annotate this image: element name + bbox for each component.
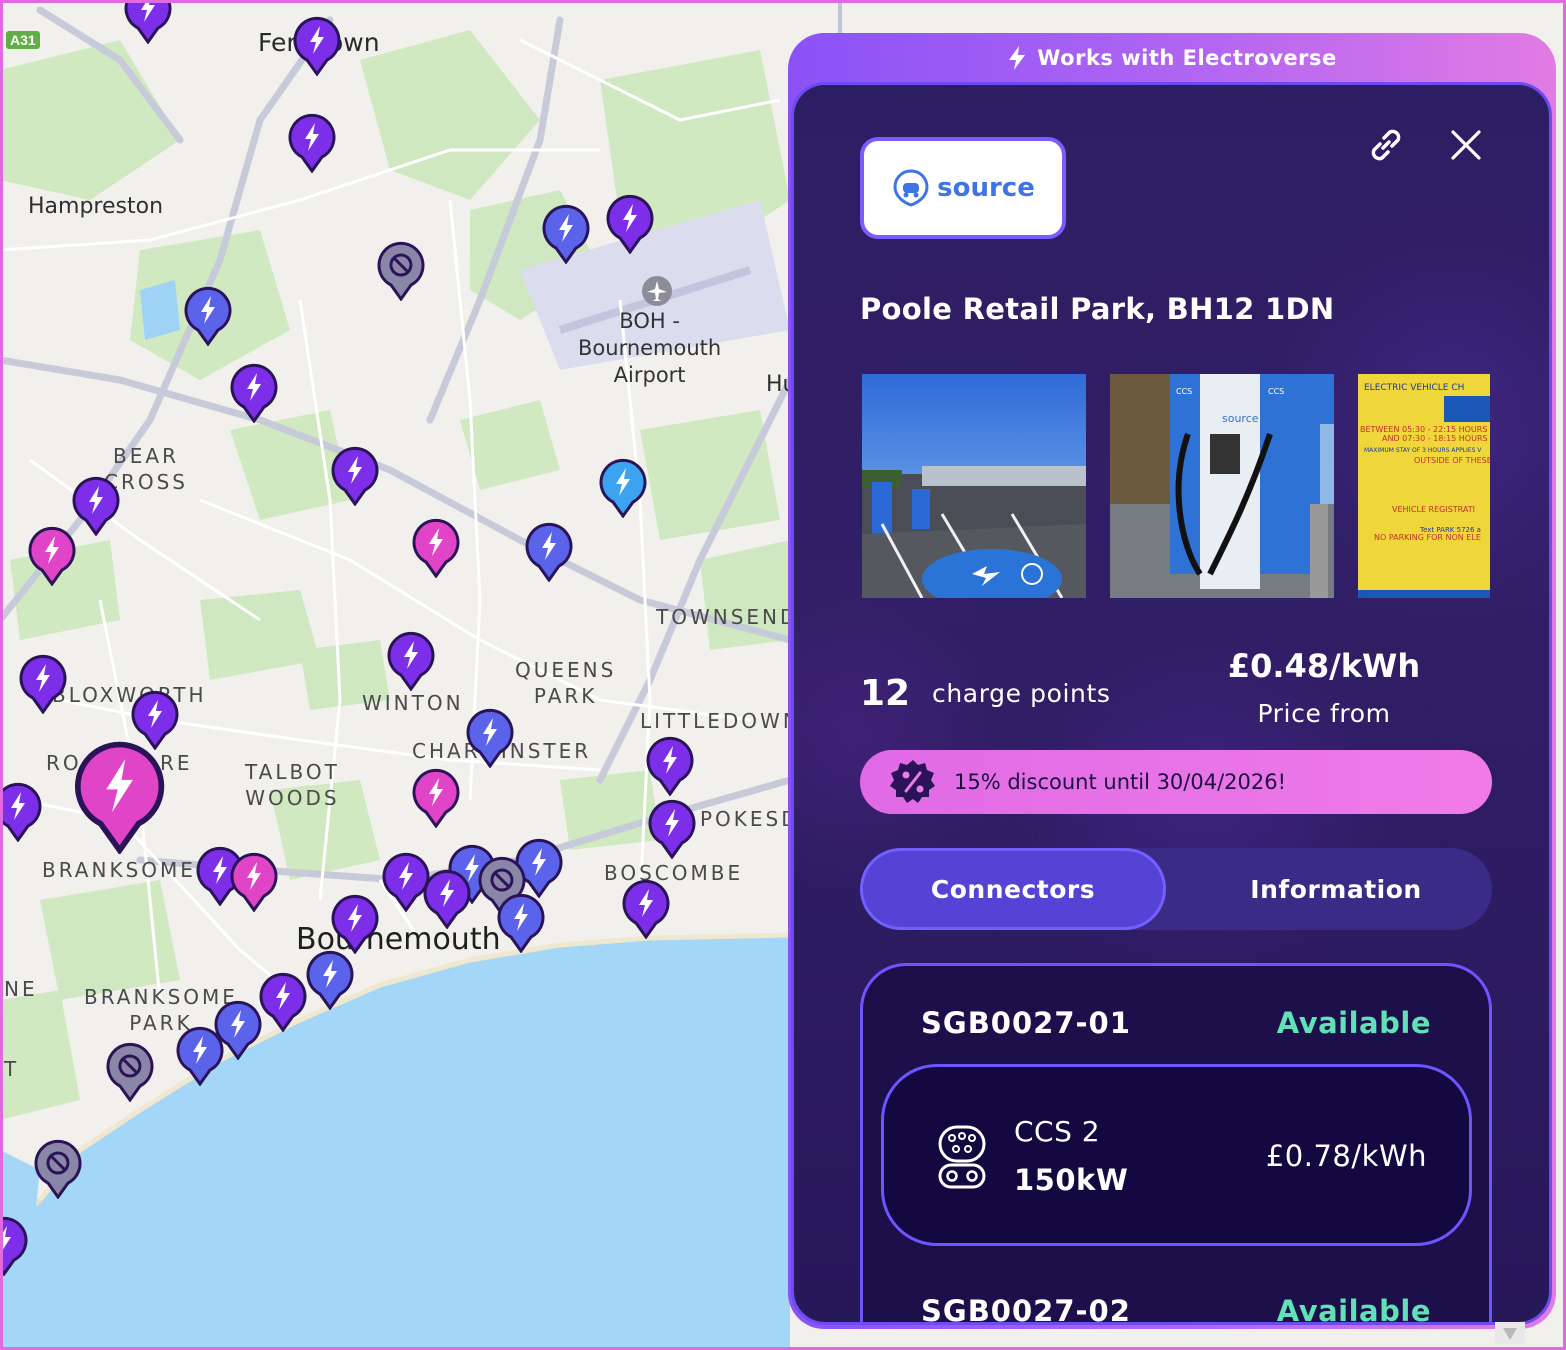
unavailable-charger-pin[interactable] xyxy=(106,1042,154,1102)
charger-pin[interactable] xyxy=(288,113,336,173)
sign-line-7: NO PARKING FOR NON ELE xyxy=(1374,533,1481,542)
airport-icon xyxy=(642,276,672,306)
connector-card[interactable]: CCS 2 150kW £0.78/kWh xyxy=(881,1064,1472,1246)
map-label-queens-park: QUEENS PARK xyxy=(515,658,617,708)
charger-pin[interactable] xyxy=(497,893,545,953)
charger-pin[interactable] xyxy=(72,476,120,536)
map-label-pokesd: POKESD xyxy=(700,807,800,831)
operator-logo: source xyxy=(860,137,1066,239)
charger-pin[interactable] xyxy=(28,526,76,586)
price-from-value: £0.48/kWh xyxy=(1227,647,1421,685)
source-charger-photo: source CCS CCS xyxy=(1110,374,1334,598)
sign-line-1: BETWEEN 05:30 - 22:15 HOURS M xyxy=(1360,425,1490,434)
map-label-branksome: BRANKSOME xyxy=(42,858,196,882)
charger-brand-text: source xyxy=(1222,412,1259,425)
charger-pin[interactable] xyxy=(466,708,514,768)
station-photo-3[interactable]: ELECTRIC VEHICLE CH BETWEEN 05:30 - 22:1… xyxy=(1358,374,1490,598)
charger-pin[interactable] xyxy=(606,194,654,254)
connector-list[interactable]: SGB0027-01 Available CCS 2 150kW £0.78/k… xyxy=(860,963,1492,1325)
connector-type: CCS 2 xyxy=(1014,1115,1101,1148)
connector-status: Available xyxy=(1276,1294,1431,1325)
link-icon xyxy=(1371,129,1401,161)
charger-pin[interactable] xyxy=(0,782,42,842)
charger-pin[interactable] xyxy=(423,869,471,929)
lake xyxy=(140,280,180,340)
charger-pin[interactable] xyxy=(412,518,460,578)
connector-id: SGB0027-02 xyxy=(921,1294,1131,1325)
station-title: Poole Retail Park, BH12 1DN xyxy=(860,292,1335,326)
map-label-t: T xyxy=(4,1057,20,1081)
unavailable-charger-pin[interactable] xyxy=(34,1139,82,1199)
map-label-airport: BOH - Bournemouth Airport xyxy=(578,309,722,387)
connector-status: Available xyxy=(1276,1006,1431,1040)
sign-line-2: AND 07:30 - 18:15 HOURS xyxy=(1382,434,1488,443)
charger-pin[interactable] xyxy=(184,286,232,346)
connector-price: £0.78/kWh xyxy=(1265,1139,1427,1173)
electroverse-banner: Works with Electroverse xyxy=(788,33,1556,83)
charger-pin[interactable] xyxy=(0,1216,28,1276)
charge-points-count: 12 xyxy=(860,673,911,714)
chevron-down-icon xyxy=(1503,1328,1517,1340)
charger-pin[interactable] xyxy=(331,894,379,954)
station-photo-2[interactable]: source CCS CCS xyxy=(1110,374,1334,598)
scroll-down-arrow[interactable] xyxy=(1495,1322,1525,1344)
map-label-littledown: LITTLEDOWN xyxy=(640,709,801,733)
station-panel: Works with Electroverse source Poole Ret… xyxy=(788,33,1556,1329)
sign-line-3: MAXIMUM STAY OF 3 HOURS APPLIES V xyxy=(1364,447,1482,454)
charger-pin[interactable] xyxy=(293,16,341,76)
tab-connectors[interactable]: Connectors xyxy=(860,848,1166,930)
parking-sign-photo: ELECTRIC VEHICLE CH BETWEEN 05:30 - 22:1… xyxy=(1358,374,1490,598)
map-label-hampreston: Hampreston xyxy=(28,194,164,219)
electroverse-banner-label: Works with Electroverse xyxy=(1037,46,1337,70)
map-label-bloxworth: BLOXWORTH xyxy=(52,683,207,707)
charge-points-label: charge points xyxy=(932,679,1111,708)
price-from-label: Price from xyxy=(1257,699,1391,728)
charger-pin[interactable] xyxy=(230,852,278,912)
sign-line-4: OUTSIDE OF THESE xyxy=(1414,456,1490,465)
charger-pin[interactable] xyxy=(176,1026,224,1086)
tab-information[interactable]: Information xyxy=(1180,848,1492,930)
charger-pin[interactable] xyxy=(622,879,670,939)
charger-pin[interactable] xyxy=(19,654,67,714)
close-button[interactable] xyxy=(1440,119,1492,171)
copy-link-button[interactable] xyxy=(1360,119,1412,171)
map-label-townsend: TOWNSEND xyxy=(656,605,799,629)
panel-tabs: Connectors Information xyxy=(860,848,1492,930)
map-label-talbot-woods: TALBOT WOODS xyxy=(245,760,340,810)
selected-charger-pin[interactable] xyxy=(74,740,165,855)
charger-pin[interactable] xyxy=(387,631,435,691)
charger-pin[interactable] xyxy=(259,972,307,1032)
charger-pin[interactable] xyxy=(124,0,172,44)
source-logo-icon xyxy=(893,169,929,207)
charger-pin[interactable] xyxy=(542,204,590,264)
discount-badge-icon xyxy=(890,760,935,803)
charger-right-label: CCS xyxy=(1268,387,1284,396)
road-shield-a31: A31 xyxy=(6,31,40,49)
close-icon xyxy=(1451,130,1481,160)
sign-line-6: VEHICLE REGISTRATI xyxy=(1392,505,1475,514)
map-label-ne: NE xyxy=(4,977,38,1001)
discount-text: 15% discount until 30/04/2026! xyxy=(954,770,1287,794)
lightning-icon xyxy=(1009,46,1026,70)
charger-pin[interactable] xyxy=(648,799,696,859)
charger-pin[interactable] xyxy=(412,768,460,828)
connector-power: 150kW xyxy=(1014,1163,1129,1197)
station-panel-body[interactable]: source Poole Retail Park, BH12 1DN sourc… xyxy=(791,82,1552,1325)
connector-id: SGB0027-01 xyxy=(921,1006,1131,1040)
charger-bays-photo xyxy=(862,374,1086,598)
charger-pin[interactable] xyxy=(599,458,647,518)
sign-header: ELECTRIC VEHICLE CH xyxy=(1364,383,1464,393)
map-label-winton: WINTON xyxy=(362,691,464,715)
ccs2-connector-icon xyxy=(938,1125,986,1189)
station-photo-1[interactable] xyxy=(862,374,1086,598)
charger-pin[interactable] xyxy=(230,363,278,423)
charger-pin[interactable] xyxy=(331,446,379,506)
unavailable-charger-pin[interactable] xyxy=(377,241,425,301)
discount-banner: 15% discount until 30/04/2026! xyxy=(860,750,1492,814)
charger-pin[interactable] xyxy=(306,950,354,1010)
charger-pin[interactable] xyxy=(525,522,573,582)
operator-logo-text: source xyxy=(937,173,1035,203)
charger-left-label: CCS xyxy=(1176,387,1192,396)
charger-pin[interactable] xyxy=(646,736,694,796)
